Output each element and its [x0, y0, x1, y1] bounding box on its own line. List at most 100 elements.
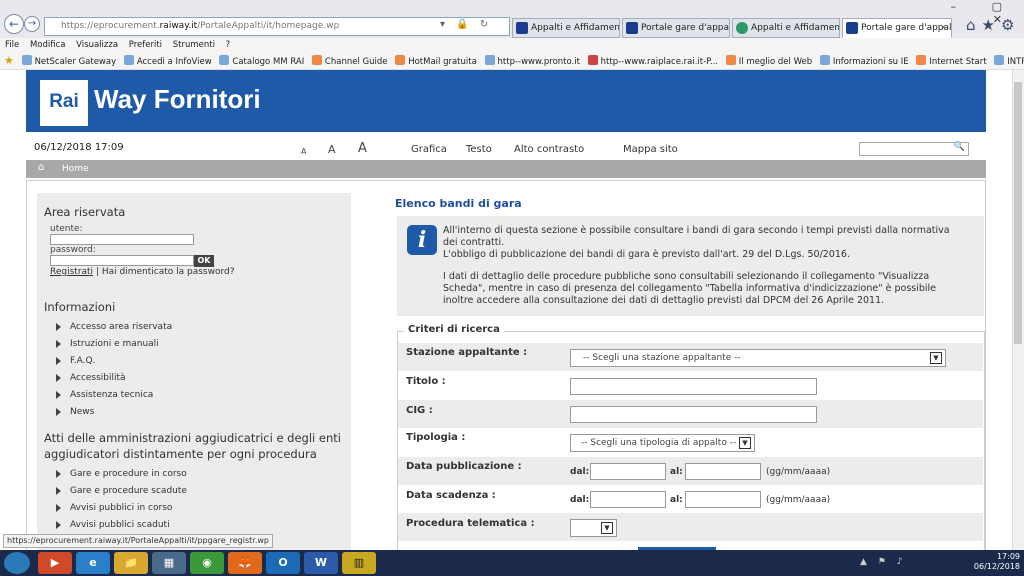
forward-icon[interactable]: → [24, 16, 40, 32]
menu-file[interactable]: File [5, 40, 19, 50]
search-icon[interactable]: 🔍 [954, 142, 965, 152]
favorite-item[interactable]: Channel Guide [311, 53, 387, 69]
app-grid-icon[interactable]: ▦ [152, 552, 186, 574]
pub-al-input[interactable] [685, 463, 761, 480]
browser-home-star-gear-icons[interactable]: ⌂★⚙ [966, 16, 1020, 34]
login-ok-button[interactable]: OK [194, 255, 214, 267]
favorite-item[interactable]: Catalogo MM RAI [219, 53, 305, 69]
scad-al-input[interactable] [685, 491, 761, 508]
data-pubblicazione-label: Data pubblicazione : [406, 461, 522, 472]
chrome-icon[interactable]: ◉ [190, 552, 224, 574]
link-alto-contrasto[interactable]: Alto contrasto [514, 144, 584, 155]
menu-strumenti[interactable]: Strumenti [173, 40, 215, 50]
text-size-small[interactable]: A [301, 147, 306, 156]
window-controls[interactable]: – ▢ ✕ [924, 0, 1024, 26]
favorite-icon [395, 55, 406, 65]
back-icon[interactable]: ← [4, 14, 24, 34]
stazione-select-value: -- Scegli una stazione appaltante -- [583, 353, 741, 363]
sidebar-item-assistenza[interactable]: Assistenza tecnica [56, 390, 153, 400]
sidebar-item-gare-in-corso[interactable]: Gare e procedure in corso [56, 469, 187, 479]
menu-help[interactable]: ? [226, 40, 231, 50]
app-icon[interactable]: ▥ [342, 552, 376, 574]
sidebar-item-accessibilita[interactable]: Accessibilità [56, 373, 126, 383]
tipologia-select[interactable]: -- Scegli una tipologia di appalto -- ▼ [570, 434, 755, 452]
favorite-label: Catalogo MM RAI [232, 57, 305, 67]
sidebar-item-istruzioni[interactable]: Istruzioni e manuali [56, 339, 159, 349]
favorite-item[interactable]: Accedi a InfoView [123, 53, 212, 69]
pub-dal-input[interactable] [590, 463, 666, 480]
favorite-label: http--www.raiplace.rai.it-P... [600, 57, 719, 67]
text-size-medium[interactable]: A [328, 143, 336, 156]
site-search-input[interactable]: 🔍 [859, 142, 969, 156]
home-icon[interactable]: ⌂ [38, 163, 49, 173]
cig-input[interactable] [570, 406, 817, 423]
clock-date: 06/12/2018 [973, 562, 1020, 571]
favorite-item[interactable]: HotMail gratuita [395, 53, 477, 69]
internet-explorer-icon[interactable]: e [76, 552, 110, 574]
tipologia-select-value: -- Scegli una tipologia di appalto -- [581, 438, 737, 448]
password-input[interactable] [50, 255, 194, 266]
search-criteria-title: Criteri di ricerca [404, 324, 504, 335]
start-button-icon[interactable] [4, 552, 30, 574]
favorite-item[interactable]: INTRANET [994, 53, 1024, 69]
tab-appalti-1[interactable]: Appalti e Affidamenti [512, 18, 620, 38]
favorite-item[interactable]: Il meglio del Web [725, 53, 812, 69]
rai-logo[interactable]: Rai [40, 80, 88, 126]
titolo-input[interactable] [570, 378, 817, 395]
address-icons[interactable]: ▾ 🔒 ↻ [440, 19, 492, 30]
file-explorer-icon[interactable]: 📁 [114, 552, 148, 574]
sidebar-item-avvisi-in-corso[interactable]: Avvisi pubblici in corso [56, 503, 172, 513]
system-tray-icons[interactable]: ▲ ⚑ ♪ [860, 557, 906, 567]
username-input[interactable] [50, 234, 194, 245]
tab-appalti-2[interactable]: Appalti e Affidamenti [732, 18, 840, 38]
favorite-icon [311, 55, 322, 65]
favorite-item[interactable]: NetScaler Gateway [21, 53, 116, 69]
scad-dal-input[interactable] [590, 491, 666, 508]
favorite-item[interactable]: Internet Start [916, 53, 987, 69]
tab-close-icon[interactable]: × [939, 19, 947, 37]
sidebar-item-avvisi-scaduti[interactable]: Avvisi pubblici scaduti [56, 520, 170, 530]
breadcrumb-home[interactable]: Home [62, 164, 89, 174]
favorite-icon [219, 55, 230, 65]
favorite-label: INTRANET [1007, 57, 1024, 67]
tab-portale-1[interactable]: Portale gare d'appalto [622, 18, 730, 38]
forgot-password-link[interactable]: Hai dimenticato la password? [102, 267, 235, 277]
procedura-select[interactable]: ▼ [570, 519, 617, 537]
menu-preferiti[interactable]: Preferiti [129, 40, 162, 50]
link-testo[interactable]: Testo [466, 144, 492, 155]
page-title: Elenco bandi di gara [395, 197, 522, 210]
link-grafica[interactable]: Grafica [411, 144, 447, 155]
outlook-icon[interactable]: O [266, 552, 300, 574]
word-icon[interactable]: W [304, 552, 338, 574]
info-text-line: All'interno di questa sezione è possibil… [443, 225, 950, 236]
tab-label: Portale gare d'appalto [641, 23, 730, 33]
sidebar-item-news[interactable]: News [56, 407, 94, 417]
link-mappa-sito[interactable]: Mappa sito [623, 144, 678, 155]
status-url-tooltip: https://eprocurement.raiway.it/PortaleAp… [3, 534, 274, 548]
chevron-down-icon: ▼ [601, 522, 613, 534]
media-player-icon[interactable]: ▶ [38, 552, 72, 574]
sidebar-item-accesso[interactable]: Accesso area riservata [56, 322, 172, 332]
address-domain: raiway.it [159, 21, 198, 31]
favorite-item[interactable]: http--www.pronto.it [484, 53, 580, 69]
firefox-icon[interactable]: 🦊 [228, 552, 262, 574]
favorites-star-icon[interactable]: ★ [4, 52, 14, 69]
favorite-item[interactable]: Informazioni su IE [819, 53, 909, 69]
tab-favicon [626, 22, 638, 34]
brand-title: Way Fornitori [94, 84, 261, 114]
sidebar-item-faq[interactable]: F.A.Q. [56, 356, 95, 366]
favorite-item[interactable]: http--www.raiplace.rai.it-P... [587, 53, 719, 69]
favorite-label: Informazioni su IE [832, 57, 909, 67]
address-path: /PortaleAppalti/it/homepage.wp [197, 21, 340, 31]
tab-portale-active[interactable]: Portale gare d'appalto × [842, 18, 952, 38]
scrollbar-thumb[interactable] [1014, 82, 1022, 344]
sidebar-item-gare-scadute[interactable]: Gare e procedure scadute [56, 486, 187, 496]
menu-visualizza[interactable]: Visualizza [76, 40, 118, 50]
taskbar-clock[interactable]: 17:09 06/12/2018 [940, 552, 1020, 572]
text-size-large[interactable]: A [358, 141, 367, 156]
clock-time: 17:09 [996, 552, 1020, 561]
menu-modifica[interactable]: Modifica [30, 40, 66, 50]
favorite-label: Accedi a InfoView [136, 57, 212, 67]
register-link[interactable]: Registrati [50, 267, 93, 277]
stazione-select[interactable]: -- Scegli una stazione appaltante -- ▼ [570, 349, 946, 367]
